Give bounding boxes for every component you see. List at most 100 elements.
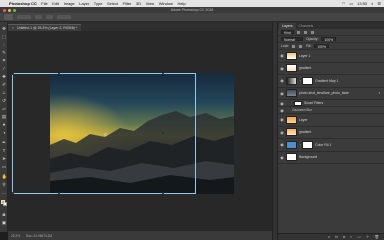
layer-row[interactable]: ◉ gradient (278, 63, 384, 75)
clone-stamp-tool-icon[interactable]: ⊥ (2, 90, 7, 95)
more-tools-icon[interactable]: … (2, 190, 7, 195)
menu-edit[interactable]: Edit (52, 1, 59, 6)
filter-type-icon[interactable] (310, 30, 314, 34)
visibility-eye-icon[interactable]: ◉ (278, 117, 286, 122)
layer-mask-thumbnail[interactable] (302, 76, 314, 85)
type-tool-icon[interactable]: T (2, 148, 7, 153)
tab-channels[interactable]: Channels (296, 23, 317, 29)
zoom-level[interactable]: 25.3% (11, 234, 20, 238)
marquee-tool-icon[interactable]: ⬚ (2, 34, 7, 39)
gradient-tool-icon[interactable]: ▤ (2, 114, 7, 119)
transform-handle-top[interactable] (58, 73, 60, 75)
visibility-eye-icon[interactable]: ◉ (278, 78, 286, 83)
foreground-color-swatch[interactable] (1, 200, 5, 204)
shape-tool-icon[interactable]: ▭ (2, 164, 7, 169)
menu-help[interactable]: Help (177, 1, 185, 6)
screen-mode-icon[interactable]: ▣ (2, 220, 7, 225)
search-icon[interactable]: ⌕ (371, 1, 373, 6)
smart-filter-row[interactable]: ◉ Gaussian Blur (278, 107, 384, 114)
layer-row[interactable]: ◉ Layer (278, 114, 384, 127)
layer-effects-icon[interactable]: ▾ (378, 91, 380, 95)
smart-filter-mask[interactable] (294, 100, 302, 106)
layer-mask-thumbnail[interactable] (302, 140, 314, 149)
healing-brush-tool-icon[interactable]: ✚ (2, 74, 7, 79)
minimize-window-icon[interactable] (8, 8, 11, 12)
clock[interactable]: 13:53 (357, 1, 367, 6)
option-control-4[interactable] (57, 15, 71, 19)
visibility-eye-icon[interactable]: ◉ (278, 130, 286, 135)
opacity-field[interactable]: 100% (321, 36, 337, 42)
visibility-eye-icon[interactable]: ◉ (278, 91, 286, 96)
layer-row[interactable]: ◉ ∞ Gradient Map 1 (278, 75, 384, 88)
new-adjustment-icon[interactable]: ◐ (350, 235, 352, 239)
menu-file[interactable]: File (41, 1, 47, 6)
menu-select[interactable]: Select (107, 1, 118, 6)
add-mask-icon[interactable]: ◘ (343, 235, 345, 239)
tab-layers[interactable]: Layers (279, 23, 296, 29)
transform-handle-top-left[interactable] (12, 73, 14, 75)
close-window-icon[interactable] (3, 8, 6, 12)
quick-select-tool-icon[interactable]: ✎ (2, 50, 7, 55)
layer-row[interactable]: ◉ ∞ Color Fill 1 (278, 139, 384, 152)
menu-list-icon[interactable]: ☰ (377, 1, 381, 6)
document-tab[interactable]: × Untitled-1 @ 25.3% (Layer 2, RGB/8) * (8, 24, 82, 31)
transform-handle-bottom-left[interactable] (12, 192, 14, 194)
lock-position-icon[interactable] (299, 44, 303, 48)
layer-row[interactable]: ◉ Layer 1 (278, 50, 384, 63)
layer-row[interactable]: ◉ gradient (278, 127, 384, 139)
filter-pixel-icon[interactable] (296, 30, 300, 34)
pen-tool-icon[interactable]: ✒ (2, 140, 7, 145)
fill-field[interactable]: 100% (314, 43, 330, 49)
hand-tool-icon[interactable]: ✋ (2, 174, 8, 179)
transform-handle-bottom[interactable] (58, 192, 60, 194)
zoom-window-icon[interactable] (13, 8, 16, 12)
visibility-eye-icon[interactable]: ◉ (278, 66, 286, 71)
menu-type[interactable]: Type (94, 1, 103, 6)
zoom-tool-icon[interactable]: ⚲ (2, 182, 7, 187)
menu-filter[interactable]: Filter (123, 1, 132, 6)
history-brush-tool-icon[interactable]: ↺ (2, 98, 7, 103)
transform-handle-top-right[interactable] (162, 73, 164, 75)
visibility-eye-icon[interactable]: ◉ (278, 142, 286, 147)
dodge-tool-icon[interactable]: ◑ (2, 130, 7, 135)
crop-tool-icon[interactable]: ⌗ (2, 58, 7, 63)
battery-icon[interactable]: ▭ (349, 1, 353, 6)
link-layers-icon[interactable]: ∞ (328, 235, 331, 239)
menu-image[interactable]: Image (64, 1, 75, 6)
menu-view[interactable]: View (146, 1, 155, 6)
option-control-3[interactable] (46, 15, 53, 19)
transform-reference-point[interactable] (104, 133, 107, 136)
menu-app[interactable]: Photoshop CC (9, 1, 37, 6)
new-group-icon[interactable]: ▭ (357, 235, 360, 239)
visibility-eye-icon[interactable]: ◉ (278, 101, 286, 106)
layer-row[interactable]: ◉ Background (278, 152, 384, 164)
add-style-icon[interactable]: fx (335, 235, 338, 239)
close-tab-icon[interactable]: × (12, 26, 14, 30)
lasso-tool-icon[interactable]: ◌ (2, 42, 7, 47)
visibility-eye-icon[interactable]: ◉ (278, 53, 286, 58)
menu-layer[interactable]: Layer (79, 1, 89, 6)
tool-preset-picker[interactable] (4, 14, 13, 20)
lock-pixels-icon[interactable] (292, 44, 296, 48)
path-select-tool-icon[interactable]: ➤ (2, 156, 7, 161)
visibility-eye-icon[interactable]: ◉ (278, 155, 286, 160)
eyedropper-tool-icon[interactable]: ⁄ (2, 66, 7, 71)
document-size[interactable]: Doc: 24.9M/74.2M (26, 234, 52, 238)
transform-bounding-box[interactable] (12, 73, 196, 194)
brush-tool-icon[interactable]: ✐ (2, 82, 7, 87)
new-layer-icon[interactable]: ＋ (366, 235, 370, 240)
layer-kind-filter[interactable]: Kind (281, 29, 294, 35)
menu-window[interactable]: Window (159, 1, 173, 6)
transform-handle-bottom-right[interactable] (162, 192, 164, 194)
eraser-tool-icon[interactable]: ▱ (2, 106, 7, 111)
quick-mask-icon[interactable]: ◙ (2, 212, 7, 217)
option-control-1[interactable] (17, 15, 31, 19)
menu-3d[interactable]: 3D (136, 1, 141, 6)
filter-adjustment-icon[interactable] (303, 30, 307, 34)
blur-tool-icon[interactable]: ● (2, 122, 7, 127)
delete-layer-icon[interactable]: 🗑 (374, 235, 379, 239)
visibility-eye-icon[interactable]: ◉ (278, 108, 286, 113)
layer-row[interactable]: ◉ photo-shot_lensflare_photo_fade ▾ (278, 88, 384, 100)
transform-handle-right[interactable] (162, 132, 164, 134)
wifi-icon[interactable]: ◠ (342, 1, 346, 6)
